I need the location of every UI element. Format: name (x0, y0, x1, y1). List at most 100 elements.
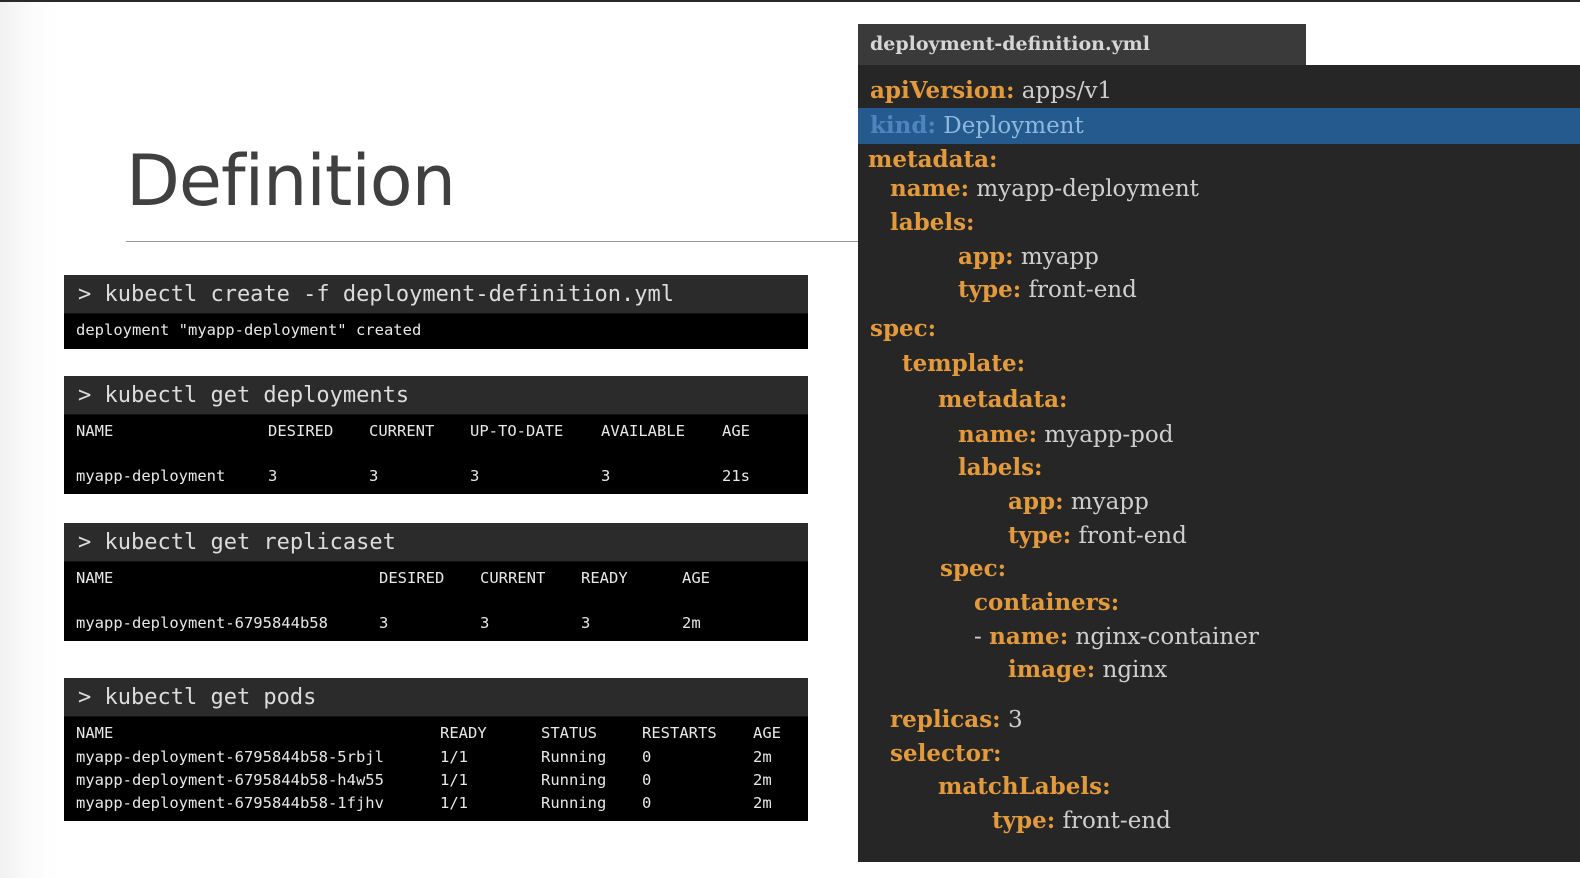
yaml-key: replicas: (890, 706, 1001, 733)
yaml-line: type: front-end (992, 807, 1171, 835)
command-line: > kubectl get deployments (64, 376, 808, 415)
yaml-key: containers: (974, 589, 1120, 616)
yaml-line: image: nginx (1008, 656, 1167, 684)
yaml-value: myapp (1070, 489, 1149, 515)
table-cell: 21s (722, 467, 750, 485)
yaml-value: front-end (1062, 808, 1171, 834)
output-text: deployment "myapp-deployment" created (76, 321, 422, 339)
yaml-value: 3 (1007, 707, 1023, 733)
table-cell: 3 (480, 614, 490, 632)
table-cell: myapp-deployment-6795844b58-h4w55 (76, 771, 384, 789)
column-header: STATUS (541, 724, 597, 742)
table-cell: 1/1 (440, 794, 468, 812)
yaml-key: metadata: (938, 386, 1068, 413)
terminal-get-pods: > kubectl get pods NAME READY STATUS RES… (64, 678, 808, 821)
column-header: AGE (722, 422, 750, 440)
command-line: > kubectl get replicaset (64, 523, 808, 562)
yaml-line: name: myapp-pod (958, 421, 1173, 449)
yaml-key: type: (958, 276, 1022, 303)
table-cell: 3 (268, 467, 278, 485)
table-cell: 0 (642, 771, 652, 789)
table-cell: 2m (682, 614, 701, 632)
yaml-value: Deployment (943, 113, 1084, 139)
yaml-key: kind: (870, 112, 936, 139)
title-underline (126, 241, 862, 242)
table-cell: 0 (642, 748, 652, 766)
column-header: AGE (682, 569, 710, 587)
yaml-line: type: front-end (958, 276, 1137, 304)
yaml-key: type: (992, 807, 1056, 834)
terminal-output: NAME READY STATUS RESTARTS AGE myapp-dep… (64, 717, 808, 820)
yaml-line: app: myapp (958, 243, 1099, 271)
yaml-key: name: (890, 175, 970, 202)
yaml-line: labels: (958, 454, 1043, 482)
table-cell: myapp-deployment-6795844b58 (76, 614, 328, 632)
yaml-key: apiVersion: (870, 77, 1015, 104)
table-cell: 3 (581, 614, 591, 632)
table-cell: Running (541, 771, 607, 789)
terminal-output: NAME DESIRED CURRENT UP-TO-DATE AVAILABL… (64, 415, 808, 493)
yaml-key: name: (958, 421, 1038, 448)
yaml-line: metadata: (938, 386, 1068, 414)
table-cell: Running (541, 794, 607, 812)
yaml-line: replicas: 3 (890, 706, 1023, 734)
yaml-value: nginx (1102, 657, 1168, 683)
column-header: CURRENT (369, 422, 435, 440)
yaml-line: containers: (974, 589, 1119, 617)
terminal-create: > kubectl create -f deployment-definitio… (64, 275, 808, 349)
yaml-key: name: (989, 623, 1069, 650)
terminal-output: NAME DESIRED CURRENT READY AGE myapp-dep… (64, 562, 808, 640)
yaml-key: metadata: (868, 146, 998, 173)
terminal-output: deployment "myapp-deployment" created (64, 314, 808, 348)
table-cell: myapp-deployment-6795844b58-1fjhv (76, 794, 384, 812)
yaml-line: app: myapp (1008, 488, 1149, 516)
yaml-key: image: (1008, 656, 1096, 683)
yaml-key: spec: (870, 315, 937, 342)
table-cell: 2m (753, 748, 772, 766)
yaml-line: labels: (890, 209, 975, 237)
column-header: READY (440, 724, 487, 742)
yaml-line: metadata: (868, 146, 998, 174)
table-cell: myapp-deployment (76, 467, 226, 485)
yaml-line: template: (902, 350, 1025, 378)
yaml-editor[interactable]: apiVersion: apps/v1 kind: Deployment met… (858, 65, 1580, 862)
column-header: READY (581, 569, 628, 587)
column-header: RESTARTS (642, 724, 717, 742)
column-header: NAME (76, 569, 114, 587)
top-border (0, 0, 1580, 2)
column-header: AVAILABLE (601, 422, 685, 440)
yaml-line: type: front-end (1008, 522, 1187, 550)
yaml-value: myapp-pod (1044, 422, 1174, 448)
table-cell: Running (541, 748, 607, 766)
column-header: NAME (76, 724, 114, 742)
yaml-value: myapp (1020, 244, 1099, 270)
yaml-value: apps/v1 (1021, 78, 1113, 104)
yaml-key: template: (902, 350, 1026, 377)
column-header: CURRENT (480, 569, 546, 587)
yaml-key: spec: (940, 555, 1007, 582)
yaml-key: app: (1008, 488, 1064, 515)
yaml-key: matchLabels: (938, 773, 1111, 800)
yaml-value: front-end (1078, 523, 1187, 549)
yaml-line-highlighted: kind: Deployment (870, 112, 1084, 140)
table-cell: 1/1 (440, 748, 468, 766)
terminal-get-deployments: > kubectl get deployments NAME DESIRED C… (64, 376, 808, 494)
command-line: > kubectl create -f deployment-definitio… (64, 275, 808, 314)
editor-file-tab[interactable]: deployment-definition.yml (858, 24, 1306, 65)
column-header: DESIRED (268, 422, 334, 440)
yaml-line: - name: nginx-container (974, 623, 1259, 651)
column-header: UP-TO-DATE (470, 422, 564, 440)
yaml-key: labels: (958, 454, 1043, 481)
column-header: DESIRED (379, 569, 445, 587)
table-cell: 0 (642, 794, 652, 812)
table-cell: 2m (753, 794, 772, 812)
table-cell: 3 (601, 467, 611, 485)
command-line: > kubectl get pods (64, 678, 808, 717)
yaml-key: app: (958, 243, 1014, 270)
yaml-line: spec: (940, 555, 1006, 583)
terminal-get-replicaset: > kubectl get replicaset NAME DESIRED CU… (64, 523, 808, 641)
yaml-line: matchLabels: (938, 773, 1111, 801)
table-cell: 1/1 (440, 771, 468, 789)
column-header: AGE (753, 724, 781, 742)
table-cell: myapp-deployment-6795844b58-5rbjl (76, 748, 384, 766)
